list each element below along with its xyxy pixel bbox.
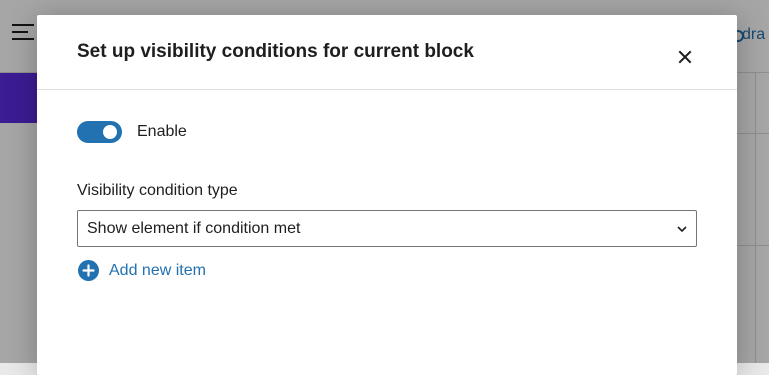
- enable-label: Enable: [137, 123, 187, 140]
- chevron-down-icon: [677, 226, 687, 233]
- plus-circle-icon: [78, 260, 99, 281]
- add-new-item-label: Add new item: [109, 261, 206, 279]
- modal-header: Set up visibility conditions for current…: [37, 15, 737, 90]
- add-new-item-button[interactable]: Add new item: [78, 260, 206, 281]
- enable-toggle[interactable]: [77, 121, 122, 143]
- close-icon: [678, 50, 692, 64]
- enable-toggle-row: Enable: [77, 121, 187, 143]
- condition-type-select[interactable]: Show element if condition met: [77, 210, 697, 247]
- toggle-knob: [103, 125, 117, 139]
- condition-type-value: Show element if condition met: [87, 220, 301, 237]
- condition-type-label: Visibility condition type: [77, 182, 238, 199]
- visibility-conditions-modal: Set up visibility conditions for current…: [37, 15, 737, 375]
- close-button[interactable]: [669, 37, 701, 69]
- modal-title: Set up visibility conditions for current…: [77, 41, 474, 62]
